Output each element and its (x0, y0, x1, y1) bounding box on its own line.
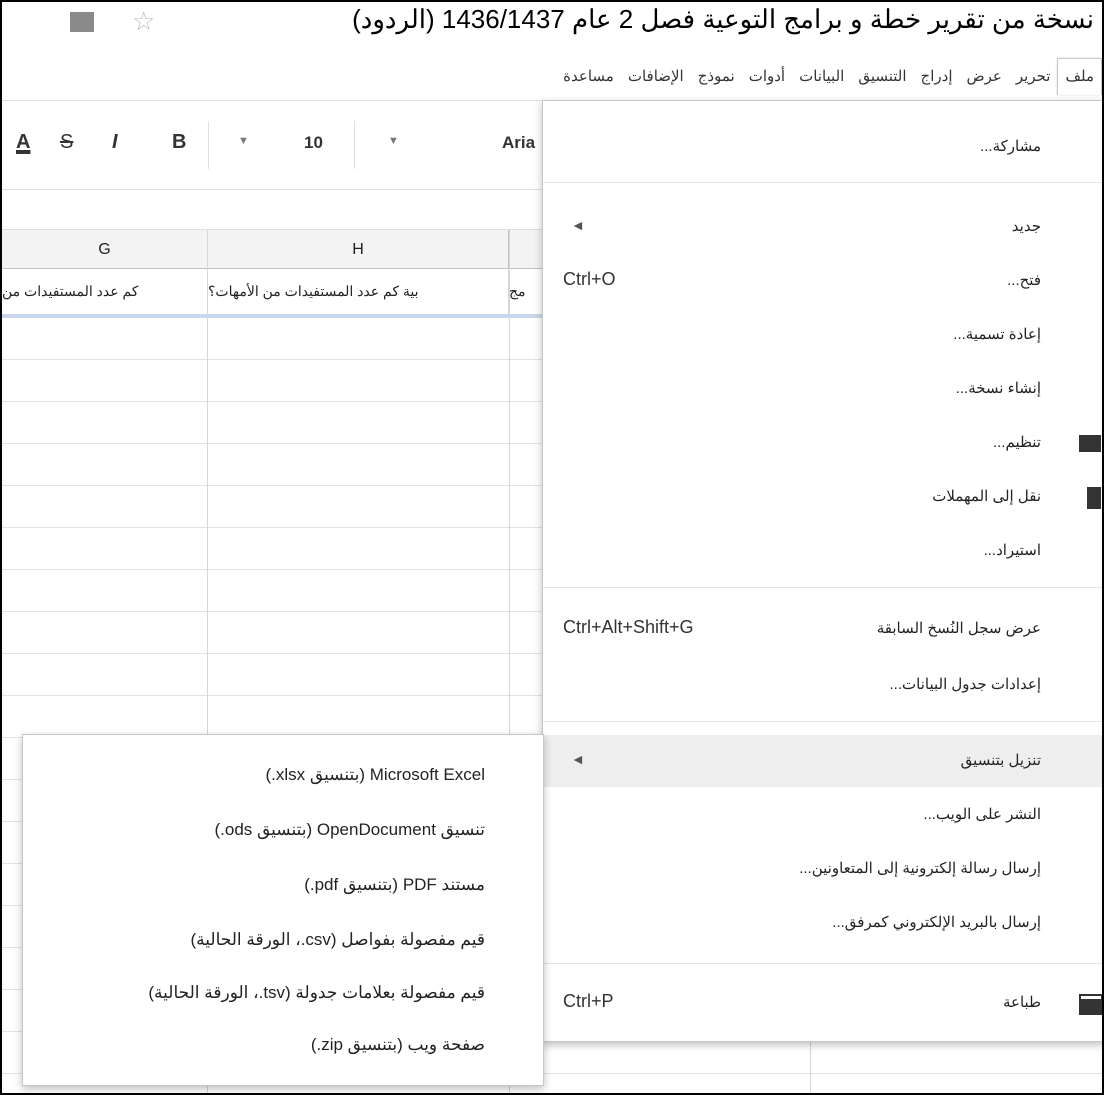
toolbar: A S I B ▼ 10 ▼ Aria (2, 100, 542, 190)
menu-insert[interactable]: إدراج (914, 63, 960, 89)
menu-item-move-to-trash[interactable]: نقل إلى المهملات (543, 477, 1102, 517)
font-family-select[interactable]: Aria (502, 133, 535, 153)
title-bar: ☆ نسخة من تقرير خطة و برامج التوعية فصل … (2, 2, 1102, 52)
folder-icon (1079, 433, 1101, 453)
column-header-h[interactable]: H (208, 230, 509, 268)
app-window: ☆ نسخة من تقرير خطة و برامج التوعية فصل … (0, 0, 1104, 1095)
strikethrough-button[interactable]: S (60, 131, 73, 154)
menu-divider (543, 963, 1102, 964)
text-color-button[interactable]: A (16, 131, 30, 154)
italic-button[interactable]: I (112, 131, 118, 154)
menu-item-print[interactable]: طباعة Ctrl+P (543, 983, 1102, 1023)
menu-item-label: فتح... (1007, 272, 1041, 289)
menu-item-share[interactable]: مشاركة... (543, 127, 1102, 167)
formula-bar[interactable] (2, 189, 542, 230)
menu-item-label: نقل إلى المهملات (932, 488, 1041, 505)
trash-icon (1079, 487, 1101, 509)
document-title[interactable]: نسخة من تقرير خطة و برامج التوعية فصل 2 … (352, 4, 1094, 35)
menu-item-label: إرسال رسالة إلكترونية إلى المتعاونين... (799, 860, 1041, 877)
menu-item-email-collaborators[interactable]: إرسال رسالة إلكترونية إلى المتعاونين... (543, 849, 1102, 889)
menu-item-make-copy[interactable]: إنشاء نسخة... (543, 369, 1102, 409)
menu-bar: ملف تحرير عرض إدراج التنسيق البيانات أدو… (556, 57, 1102, 95)
font-size-select[interactable]: 10 (304, 133, 323, 153)
menu-item-label: النشر على الويب... (923, 806, 1041, 823)
menu-item-new[interactable]: جديد ◄ (543, 207, 1102, 247)
header-cell-i[interactable]: مج (509, 268, 543, 314)
file-menu: مشاركة... جديد ◄ فتح... Ctrl+O إعادة تسم… (542, 100, 1102, 1042)
download-submenu: Microsoft Excel (بتنسيق xlsx.) تنسيق Ope… (22, 734, 544, 1086)
menu-item-organize[interactable]: تنظيم... (543, 423, 1102, 463)
menu-format[interactable]: التنسيق (851, 63, 913, 89)
menu-item-label: مشاركة... (980, 138, 1041, 155)
header-cell-g[interactable]: كم عدد المستفيدات من (2, 268, 208, 314)
menu-item-label: إعدادات جدول البيانات... (889, 676, 1041, 693)
menu-file[interactable]: ملف (1057, 57, 1102, 95)
menu-item-label: استيراد... (983, 542, 1041, 559)
folder-icon[interactable] (70, 12, 94, 32)
menu-view[interactable]: عرض (960, 63, 1009, 89)
menu-divider (543, 721, 1102, 722)
shortcut-label: Ctrl+P (563, 991, 614, 1011)
print-icon (1079, 993, 1102, 1015)
menu-item-spreadsheet-settings[interactable]: إعدادات جدول البيانات... (543, 665, 1102, 705)
toolbar-divider (208, 121, 209, 169)
menu-addons[interactable]: الإضافات (621, 63, 691, 89)
menu-item-revision-history[interactable]: عرض سجل النُسخ السابقة Ctrl+Alt+Shift+G (543, 609, 1102, 649)
menu-form[interactable]: نموذج (691, 63, 742, 89)
menu-item-download-as[interactable]: تنزيل بتنسيق ◄ (543, 735, 1102, 787)
submenu-arrow-icon: ◄ (571, 217, 585, 233)
download-tsv[interactable]: قيم مفصولة بعلامات جدولة (tsv.، الورقة ا… (148, 983, 485, 1003)
menu-item-publish[interactable]: النشر على الويب... (543, 795, 1102, 835)
menu-item-email-attachment[interactable]: إرسال بالبريد الإلكتروني كمرفق... (543, 903, 1102, 943)
menu-tools[interactable]: أدوات (742, 63, 792, 89)
menu-item-label: طباعة (1002, 994, 1041, 1011)
menu-item-label: تنزيل بتنسيق (960, 752, 1041, 769)
download-csv[interactable]: قيم مفصولة بفواصل (csv.، الورقة الحالية) (190, 930, 485, 950)
download-xlsx[interactable]: Microsoft Excel (بتنسيق xlsx.) (266, 765, 486, 785)
menu-edit[interactable]: تحرير (1009, 63, 1058, 89)
download-pdf[interactable]: مستند PDF (بتنسيق pdf.) (304, 875, 485, 895)
shortcut-label: Ctrl+Alt+Shift+G (563, 617, 694, 637)
bold-button[interactable]: B (172, 131, 186, 154)
menu-item-open[interactable]: فتح... Ctrl+O (543, 261, 1102, 301)
chevron-down-icon[interactable]: ▼ (238, 135, 249, 147)
toolbar-divider (354, 121, 355, 169)
menu-item-import[interactable]: استيراد... (543, 531, 1102, 571)
menu-item-label: إعادة تسمية... (953, 326, 1041, 343)
menu-item-label: تنظيم... (992, 434, 1041, 451)
menu-divider (543, 182, 1102, 183)
menu-data[interactable]: البيانات (792, 63, 851, 89)
header-cell-h[interactable]: بية كم عدد المستفيدات من الأمهات؟ (208, 268, 509, 314)
menu-divider (543, 587, 1102, 588)
menu-help[interactable]: مساعدة (556, 63, 621, 89)
chevron-down-icon[interactable]: ▼ (388, 135, 399, 147)
menu-item-rename[interactable]: إعادة تسمية... (543, 315, 1102, 355)
column-header-g[interactable]: G (2, 230, 208, 268)
menu-item-label: إنشاء نسخة... (955, 380, 1041, 397)
shortcut-label: Ctrl+O (563, 269, 616, 289)
menu-item-label: عرض سجل النُسخ السابقة (876, 620, 1041, 637)
download-ods[interactable]: تنسيق OpenDocument (بتنسيق ods.) (214, 820, 485, 840)
submenu-arrow-icon: ◄ (571, 751, 585, 767)
download-zip[interactable]: صفحة ويب (بتنسيق zip.) (311, 1035, 485, 1055)
star-outline-icon[interactable]: ☆ (132, 6, 155, 37)
menu-item-label: جديد (1011, 218, 1041, 235)
menu-item-label: إرسال بالبريد الإلكتروني كمرفق... (832, 914, 1041, 931)
